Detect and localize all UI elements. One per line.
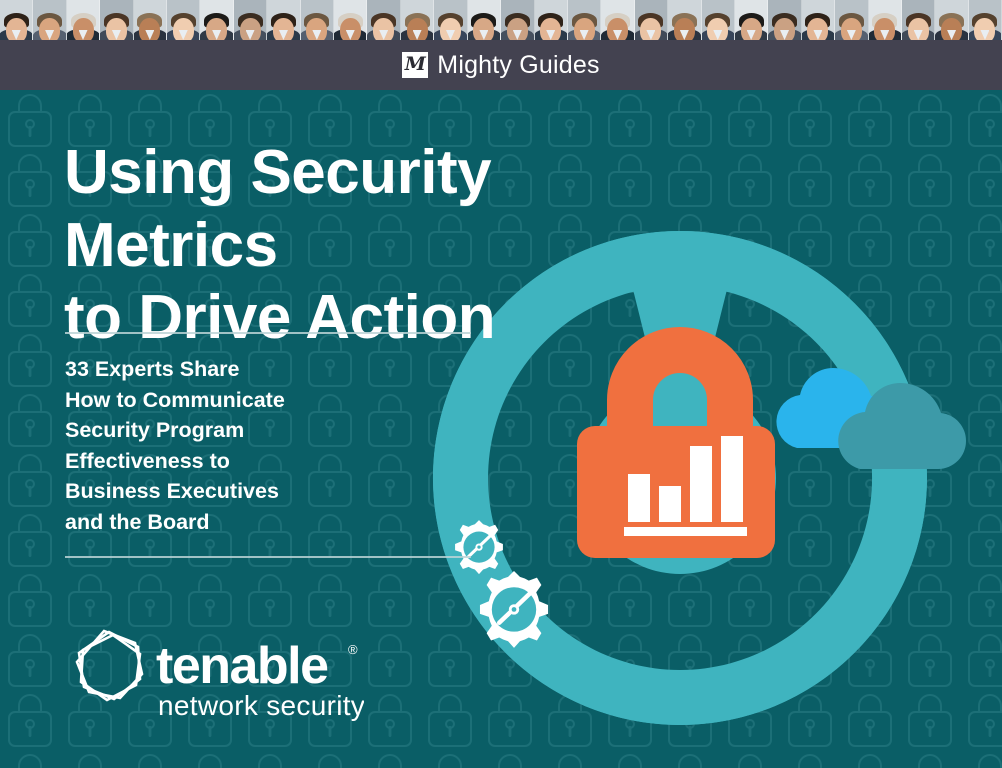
- mighty-guides-wordmark: Mighty Guides: [437, 50, 600, 79]
- subtitle-line-5: Business Executives: [65, 479, 279, 504]
- expert-avatar: [868, 0, 902, 40]
- expert-avatar: [0, 0, 34, 40]
- expert-avatar: [835, 0, 869, 40]
- expert-avatar: [968, 0, 1002, 40]
- expert-avatar: [734, 0, 769, 40]
- subtitle-block: 33 Experts Share How to Communicate Secu…: [65, 354, 485, 537]
- tenable-tagline: network security: [158, 690, 364, 721]
- expert-avatar: [668, 0, 702, 40]
- experts-avatar-strip: [0, 0, 1002, 40]
- expert-avatar: [434, 0, 468, 40]
- expert-avatar: [501, 0, 535, 40]
- registered-trademark-symbol: ®: [348, 642, 358, 657]
- expert-avatar: [200, 0, 234, 40]
- tenable-wordmark: tenable: [156, 637, 328, 695]
- subtitle-line-3: Security Program: [65, 418, 245, 443]
- title-line-2: to Drive Action: [64, 283, 496, 353]
- expert-avatar: [167, 0, 201, 40]
- expert-avatar: [367, 0, 401, 40]
- expert-avatar: [100, 0, 134, 40]
- mighty-guides-logo-letter: M: [404, 52, 426, 75]
- tenable-logo: tenable ® network security: [75, 629, 364, 721]
- expert-avatar: [601, 0, 635, 40]
- subtitle-line-4: Effectiveness to: [65, 448, 230, 473]
- expert-avatar: [267, 0, 301, 40]
- expert-avatar: [567, 0, 602, 40]
- expert-avatar: [701, 0, 735, 40]
- subtitle-line-1: 33 Experts Share: [65, 357, 240, 381]
- expert-avatar: [801, 0, 836, 40]
- expert-avatar: [467, 0, 502, 40]
- gauge-gear-large-icon: [480, 571, 548, 648]
- expert-avatar: [33, 0, 67, 40]
- expert-avatar: [300, 0, 335, 40]
- mighty-guides-header: M Mighty Guides: [0, 40, 1002, 90]
- expert-avatar: [634, 0, 669, 40]
- expert-avatar: [133, 0, 168, 40]
- expert-avatar: [233, 0, 268, 40]
- subtitle-line-2: How to Communicate: [65, 387, 285, 412]
- mighty-guides-logo-icon: M: [402, 52, 429, 78]
- tenable-hexagon-icon: [75, 629, 144, 702]
- expert-avatar: [901, 0, 936, 40]
- page-title: Using Security Metrics to Drive Action: [64, 137, 704, 355]
- cover-canvas: Using Security Metrics to Drive Action 3…: [0, 90, 1002, 768]
- expert-avatar: [334, 0, 368, 40]
- expert-avatar: [768, 0, 802, 40]
- expert-avatar: [935, 0, 969, 40]
- title-line-1: Using Security Metrics: [64, 138, 492, 280]
- subtitle-line-6: and the Board: [65, 509, 210, 534]
- expert-avatar: [534, 0, 568, 40]
- divider-top: [65, 332, 471, 334]
- expert-avatar: [400, 0, 435, 40]
- expert-avatar: [66, 0, 101, 40]
- divider-bottom: [65, 556, 471, 558]
